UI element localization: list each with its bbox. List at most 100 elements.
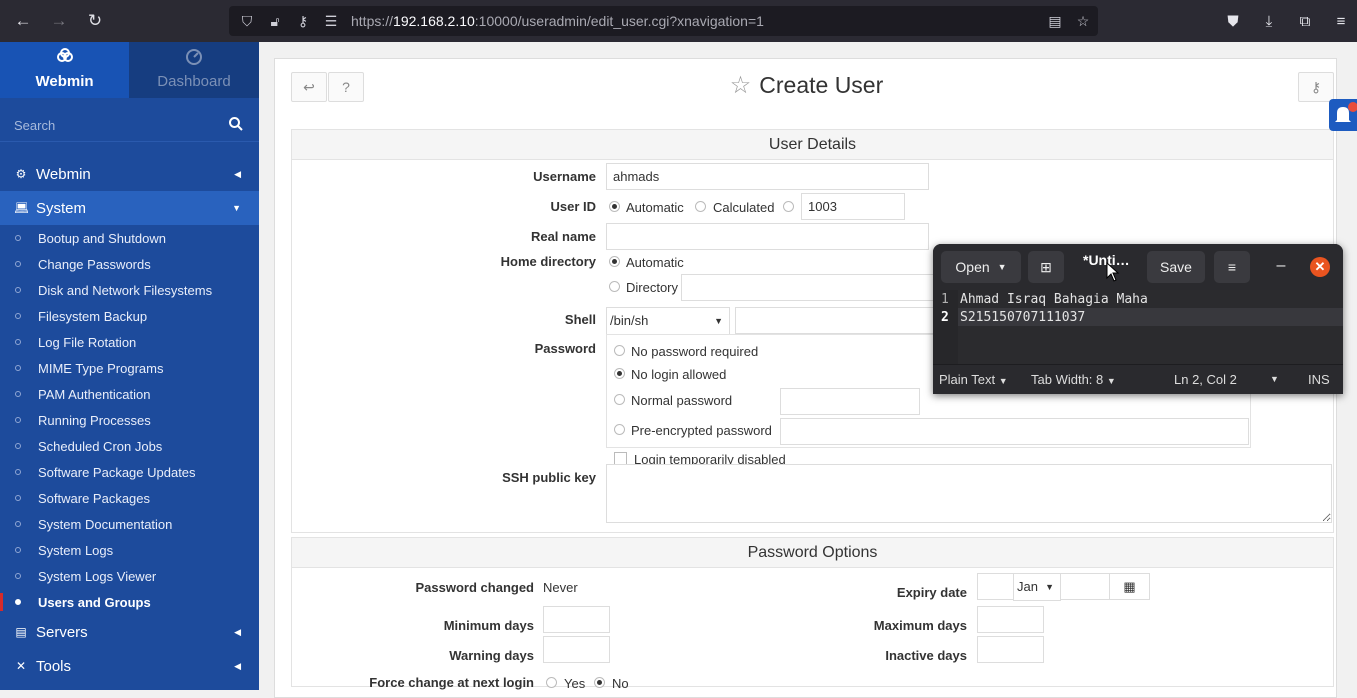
force-change-no-radio[interactable]	[594, 677, 605, 688]
calendar-icon: ▦	[1123, 578, 1136, 594]
cursor-position: Ln 2, Col 2	[1174, 372, 1237, 387]
userid-calculated-radio[interactable]	[695, 201, 706, 212]
shell-select[interactable]: /bin/sh ▼	[606, 307, 730, 335]
tab-dashboard[interactable]: Dashboard	[129, 42, 259, 98]
editor-save-button[interactable]: Save	[1147, 251, 1205, 283]
sidebar-item-change-passwords[interactable]: Change Passwords	[0, 251, 259, 277]
sidebar-item-log-file-rotation[interactable]: Log File Rotation	[0, 329, 259, 355]
realname-input[interactable]	[606, 223, 929, 250]
ssh-key-textarea[interactable]	[606, 464, 1332, 523]
sidebar-category-servers[interactable]: ▤ Servers ◀	[0, 615, 259, 649]
sidebar-item-label: Users and Groups	[38, 594, 151, 610]
sidebar-category-system[interactable]: 💻︎ System ▼	[0, 191, 259, 225]
pw-none-radio[interactable]	[614, 345, 625, 356]
notifications-bell-button[interactable]	[1329, 99, 1357, 131]
minimize-icon[interactable]: –	[1271, 257, 1291, 277]
userid-manual-radio[interactable]	[783, 201, 794, 212]
password-label: Password	[534, 341, 596, 356]
sidebar-category-webmin[interactable]: ⚙ Webmin ◀	[0, 157, 259, 191]
shield-icon[interactable]: ⛉	[237, 11, 257, 31]
sidebar-item-software-package-updates[interactable]: Software Package Updates	[0, 459, 259, 485]
editor-open-button[interactable]: Open ▼	[941, 251, 1021, 283]
sidebar-item-scheduled-cron-jobs[interactable]: Scheduled Cron Jobs	[0, 433, 259, 459]
caret-down-icon: ▼	[232, 203, 241, 213]
editor-text-area[interactable]: 1 Ahmad Israq Bahagia Maha 2 S2151507071…	[933, 290, 1343, 364]
sidebar-item-bootup-and-shutdown[interactable]: Bootup and Shutdown	[0, 225, 259, 251]
userid-automatic-radio[interactable]	[609, 201, 620, 212]
pw-preencrypted-radio[interactable]	[614, 424, 625, 435]
extensions-icon[interactable]: ⧉	[1294, 10, 1316, 32]
max-days-label: Maximum days	[873, 618, 967, 633]
max-days-input[interactable]	[977, 606, 1044, 633]
sidebar-category-tools[interactable]: ✕ Tools ◀	[0, 649, 259, 683]
pocket-icon[interactable]: ⛊	[1222, 10, 1244, 32]
sidebar-item-running-processes[interactable]: Running Processes	[0, 407, 259, 433]
forward-arrow-icon[interactable]: →	[46, 9, 72, 33]
calendar-button[interactable]: ▦	[1109, 573, 1150, 600]
line-number: 2	[941, 310, 949, 325]
permissions-icon[interactable]: ☰	[321, 11, 341, 31]
bookmark-star-icon[interactable]: ☆	[1073, 11, 1093, 31]
chevron-down-icon[interactable]: ▼	[1270, 374, 1279, 384]
preencrypted-password-input[interactable]	[780, 418, 1249, 445]
force-change-yes-radio[interactable]	[546, 677, 557, 688]
sidebar-item-filesystem-backup[interactable]: Filesystem Backup	[0, 303, 259, 329]
bullet-icon	[15, 417, 21, 423]
sidebar-search-input[interactable]	[14, 114, 214, 136]
homedir-input[interactable]	[681, 274, 951, 301]
force-change-label: Force change at next login	[369, 675, 534, 690]
password-options-section: Password Options Password changed Never …	[291, 537, 1334, 691]
homedir-automatic-radio[interactable]	[609, 256, 620, 267]
userid-input[interactable]	[801, 193, 905, 220]
search-icon[interactable]	[228, 116, 244, 132]
favorite-star-icon[interactable]: ☆	[730, 71, 752, 100]
downloads-icon[interactable]: ⤓	[1258, 10, 1280, 32]
radio-label: No login allowed	[631, 367, 727, 382]
username-input[interactable]	[606, 163, 929, 190]
sidebar-item-mime-type-programs[interactable]: MIME Type Programs	[0, 355, 259, 381]
sidebar-item-system-logs-viewer[interactable]: System Logs Viewer	[0, 563, 259, 589]
bullet-icon	[15, 573, 21, 579]
hamburger-menu-icon[interactable]: ≡	[1330, 10, 1352, 32]
close-icon[interactable]: ✕	[1310, 257, 1330, 277]
editor-line: S215150707111037	[960, 310, 1086, 325]
expiry-day-input[interactable]	[977, 573, 1015, 600]
sidebar-item-label: Software Package Updates	[38, 464, 196, 480]
key-icon[interactable]: ⚷	[293, 11, 313, 31]
sidebar-item-software-packages[interactable]: Software Packages	[0, 485, 259, 511]
sidebar-item-system-documentation[interactable]: System Documentation	[0, 511, 259, 537]
sidebar-item-system-logs[interactable]: System Logs	[0, 537, 259, 563]
radio-label: Pre-encrypted password	[631, 423, 772, 438]
editor-new-tab-button[interactable]: ⊞	[1028, 251, 1064, 283]
pw-nologin-radio[interactable]	[614, 368, 625, 379]
sidebar-item-pam-authentication[interactable]: PAM Authentication	[0, 381, 259, 407]
editor-line: Ahmad Israq Bahagia Maha	[960, 292, 1148, 307]
editor-menu-button[interactable]: ≡	[1214, 251, 1250, 283]
tab-width-selector[interactable]: Tab Width: 8 ▼	[1031, 372, 1116, 387]
warning-days-input[interactable]	[543, 636, 610, 663]
min-days-input[interactable]	[543, 606, 610, 633]
url-bar[interactable]: ⛉ 🔓︎ ⚷ ☰ https://192.168.2.10:10000/user…	[229, 6, 1098, 36]
language-selector[interactable]: Plain Text ▼	[939, 372, 1008, 387]
shell-other-input[interactable]	[735, 307, 951, 334]
sidebar-item-users-and-groups[interactable]: Users and Groups	[0, 589, 259, 615]
expiry-month-select[interactable]: Jan ▼	[1013, 573, 1061, 601]
pw-normal-radio[interactable]	[614, 394, 625, 405]
radio-label: Yes	[564, 676, 586, 691]
reload-icon[interactable]: ↻	[82, 9, 108, 33]
chevron-down-icon: ▼	[1045, 582, 1054, 592]
reader-mode-icon[interactable]: ▤	[1045, 11, 1065, 31]
expiry-year-input[interactable]	[1060, 573, 1110, 600]
tab-webmin[interactable]: Webmin	[0, 42, 129, 98]
back-arrow-icon[interactable]: ←	[10, 9, 36, 33]
inactive-days-input[interactable]	[977, 636, 1044, 663]
sidebar-item-label: Running Processes	[38, 412, 151, 428]
lock-warning-icon[interactable]: 🔓︎	[265, 11, 285, 31]
homedir-directory-radio[interactable]	[609, 281, 620, 292]
sidebar-item-disk-and-network-filesystems[interactable]: Disk and Network Filesystems	[0, 277, 259, 303]
url-text[interactable]: https://192.168.2.10:10000/useradmin/edi…	[351, 13, 764, 29]
normal-password-input[interactable]	[780, 388, 920, 415]
module-config-button[interactable]: ⚷	[1298, 72, 1334, 102]
chevron-down-icon: ▼	[714, 316, 723, 326]
sidebar-item-label: Log File Rotation	[38, 334, 137, 350]
